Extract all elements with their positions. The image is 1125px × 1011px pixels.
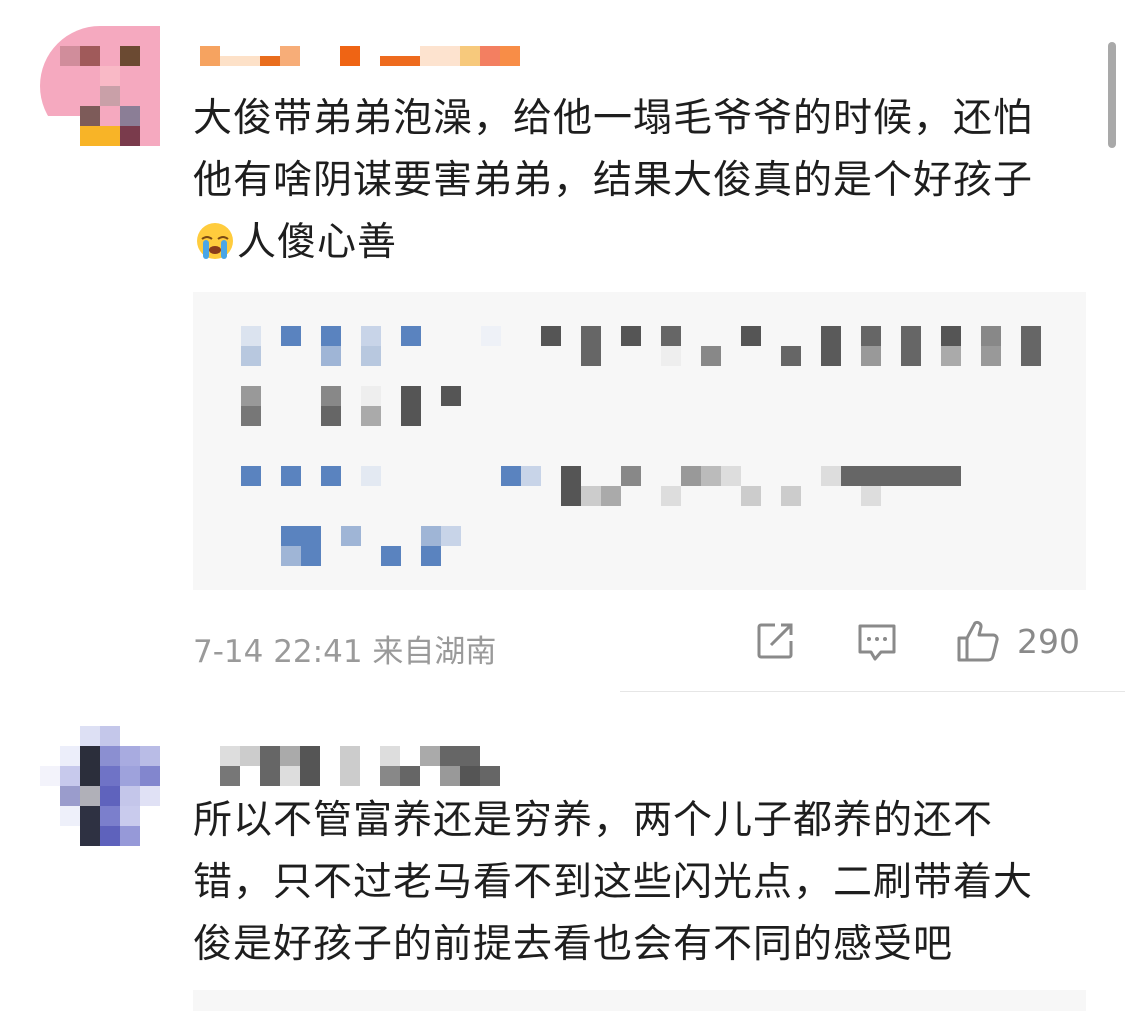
share-button[interactable] (753, 618, 797, 664)
like-count: 290 (1017, 621, 1080, 661)
comment-text: 大俊带弟弟泡澡，给他一塌毛爷爷的时候，还怕他有啥阴谋要害弟弟，结果大俊真的是个好… (193, 96, 1034, 203)
share-icon (757, 623, 793, 659)
comment-text-tail: 人傻心善 (237, 220, 398, 265)
like-button[interactable]: 290 (955, 618, 1080, 664)
quoted-reply-blurred[interactable] (193, 990, 1086, 1011)
comment-meta-row: 7-14 22:41 来自湖南 290 (193, 618, 1088, 670)
loudly-crying-face-emoji (197, 223, 233, 259)
comment-body: 所以不管富养还是穷养，两个儿子都养的还不错，只不过老马看不到这些闪光点，二刷带着… (193, 790, 1063, 976)
comment-icon (858, 624, 896, 661)
scrollbar[interactable] (1108, 42, 1116, 148)
comment-body: 大俊带弟弟泡澡，给他一塌毛爷爷的时候，还怕他有啥阴谋要害弟弟，结果大俊真的是个好… (193, 88, 1063, 274)
quoted-reply-blurred[interactable] (193, 292, 1086, 590)
reply-button[interactable] (855, 618, 899, 664)
like-icon (957, 620, 999, 662)
comment-item: 大俊带弟弟泡澡，给他一塌毛爷爷的时候，还怕他有啥阴谋要害弟弟，结果大俊真的是个好… (0, 0, 1125, 690)
comment-timestamp-location: 7-14 22:41 来自湖南 (193, 634, 497, 670)
username-blurred[interactable] (220, 746, 510, 786)
avatar[interactable] (40, 726, 160, 846)
avatar[interactable] (40, 26, 160, 146)
comment-text: 所以不管富养还是穷养，两个儿子都养的还不错，只不过老马看不到这些闪光点，二刷带着… (193, 798, 1034, 967)
comment-item: 所以不管富养还是穷养，两个儿子都养的还不错，只不过老马看不到这些闪光点，二刷带着… (0, 692, 1125, 1011)
username-blurred[interactable] (200, 46, 530, 76)
